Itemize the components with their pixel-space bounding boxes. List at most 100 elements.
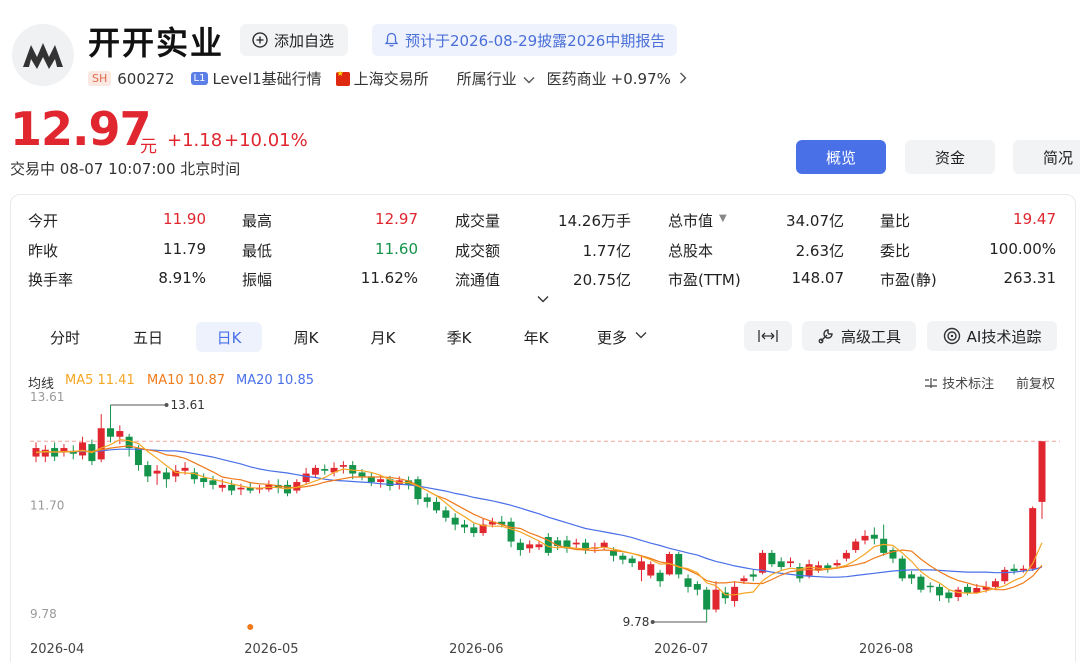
exchange-tag: SH: [88, 71, 112, 86]
stat-value: 2.63亿: [795, 242, 844, 260]
tab-intraday[interactable]: 分时: [34, 322, 96, 352]
stat-value: 148.07: [791, 269, 845, 287]
y-tick-label: 11.70: [30, 499, 64, 513]
ma20-legend: MA20 10.85: [236, 373, 314, 388]
candle-body: [908, 574, 916, 579]
stat-label: 成交额: [455, 242, 501, 260]
tab-overview[interactable]: 概览: [796, 140, 886, 174]
tab-five-day[interactable]: 五日: [117, 322, 179, 352]
ai-tracking-button[interactable]: AI技术追踪: [927, 321, 1057, 351]
candle-body: [684, 578, 692, 587]
industry-dropdown-label[interactable]: 所属行业: [457, 68, 517, 89]
add-watchlist-button[interactable]: 添加自选: [240, 24, 349, 56]
candle-body: [535, 544, 543, 548]
stat-label: 总市值: [668, 212, 714, 230]
stat-value: 34.07亿: [786, 212, 844, 230]
high-price-label: 13.61: [171, 398, 205, 412]
candle-body: [451, 517, 459, 525]
price-unit: 元: [140, 137, 157, 157]
x-tick-label: 2026-07: [654, 642, 708, 657]
stat-label: 昨收: [28, 242, 59, 260]
tab-quarterly-k[interactable]: 季K: [428, 322, 490, 352]
candle-body: [228, 484, 236, 491]
candle-body: [41, 449, 49, 457]
candle-body: [647, 564, 655, 576]
candle-body: [209, 480, 217, 485]
chevron-right-icon[interactable]: [679, 70, 687, 88]
candle-body: [321, 469, 329, 471]
industry-name[interactable]: 医药商业: [547, 68, 607, 89]
stat-label: 量比: [880, 212, 911, 230]
bell-icon: [384, 32, 399, 47]
tools-icon: [818, 329, 833, 344]
price-change-percent: +10.01%: [224, 130, 308, 151]
stat-value: 263.31: [1003, 269, 1057, 287]
candle-body: [302, 473, 310, 483]
tab-yearly-k[interactable]: 年K: [505, 322, 567, 352]
level-tag: L1: [190, 72, 209, 85]
china-flag-icon: [335, 69, 350, 86]
candle-body: [740, 578, 748, 582]
exchange-label: 上海交易所: [353, 70, 429, 88]
stat-value: 100.00%: [989, 240, 1056, 258]
candle-body: [200, 478, 208, 483]
tab-funds[interactable]: 资金: [905, 140, 995, 174]
candle-body: [600, 542, 608, 548]
tab-more[interactable]: 更多: [588, 322, 636, 352]
candle-body: [107, 428, 115, 437]
expand-chevron-icon[interactable]: [536, 292, 550, 306]
tab-monthly-k[interactable]: 月K: [352, 322, 414, 352]
stat-value: 8.91%: [158, 269, 206, 287]
candle-body: [880, 538, 888, 553]
candle-body: [97, 428, 105, 460]
candle-body: [172, 470, 180, 477]
kline-chart[interactable]: 13.61 11.70 9.78 2026-04 2026-05 2026-06 2026-…: [0, 390, 1080, 662]
candle-body: [917, 576, 925, 590]
advanced-tools-label: 高级工具: [840, 327, 901, 346]
y-tick-label: 9.78: [30, 607, 57, 621]
candle-body: [656, 572, 664, 582]
stat-label: 总股本: [668, 242, 714, 260]
stat-value: 20.75亿: [573, 271, 631, 289]
candle-body: [1019, 568, 1027, 571]
candle-body: [339, 465, 347, 467]
tab-daily-k[interactable]: 日K: [196, 322, 262, 352]
candle-body: [852, 541, 860, 551]
report-notice[interactable]: 预计于2026-08-29披露2026中期报告: [372, 24, 678, 56]
candle-body: [526, 544, 534, 549]
stat-value: 14.26万手: [558, 212, 631, 230]
fit-range-button[interactable]: [744, 321, 792, 351]
price-change: +1.18: [167, 130, 223, 151]
x-tick-label: 2026-08: [859, 642, 913, 657]
high-marker-dot: [164, 403, 169, 407]
chevron-down-icon[interactable]: [635, 331, 647, 339]
tab-weekly-k[interactable]: 周K: [275, 322, 337, 352]
candle-body: [442, 510, 450, 518]
annotate-icon: [925, 378, 937, 388]
moving-averages: [35, 438, 1043, 596]
ai-tracking-label: AI技术追踪: [966, 327, 1042, 346]
candle-body: [311, 467, 319, 475]
stat-value: 11.62%: [360, 269, 418, 287]
candle-body: [963, 586, 971, 593]
stat-label: 成交量: [455, 212, 501, 230]
y-tick-label: 13.61: [30, 390, 64, 404]
logo-mark-icon: [23, 43, 63, 69]
chevron-down-icon[interactable]: [523, 70, 535, 88]
add-watchlist-label: 添加自选: [274, 31, 335, 50]
candle-body: [777, 561, 785, 568]
candle-body: [144, 465, 152, 477]
candle-body: [414, 479, 422, 500]
tab-profile[interactable]: 简况: [1013, 140, 1080, 174]
stat-label: 委比: [880, 242, 911, 260]
advanced-tools-button[interactable]: 高级工具: [802, 321, 916, 351]
chart-labels: 13.61 11.70 9.78 2026-04 2026-05 2026-06 2026-…: [30, 390, 913, 657]
candle-body: [433, 501, 441, 511]
industry-change: +0.97%: [610, 69, 671, 88]
candle-body: [833, 563, 841, 566]
caret-down-icon[interactable]: ▼: [719, 213, 727, 224]
report-notice-text: 预计于2026-08-29披露2026中期报告: [405, 31, 666, 50]
level-label: Level1基础行情: [212, 70, 322, 88]
stat-value: 1.77亿: [582, 242, 631, 260]
ma10-line: [36, 445, 1043, 591]
